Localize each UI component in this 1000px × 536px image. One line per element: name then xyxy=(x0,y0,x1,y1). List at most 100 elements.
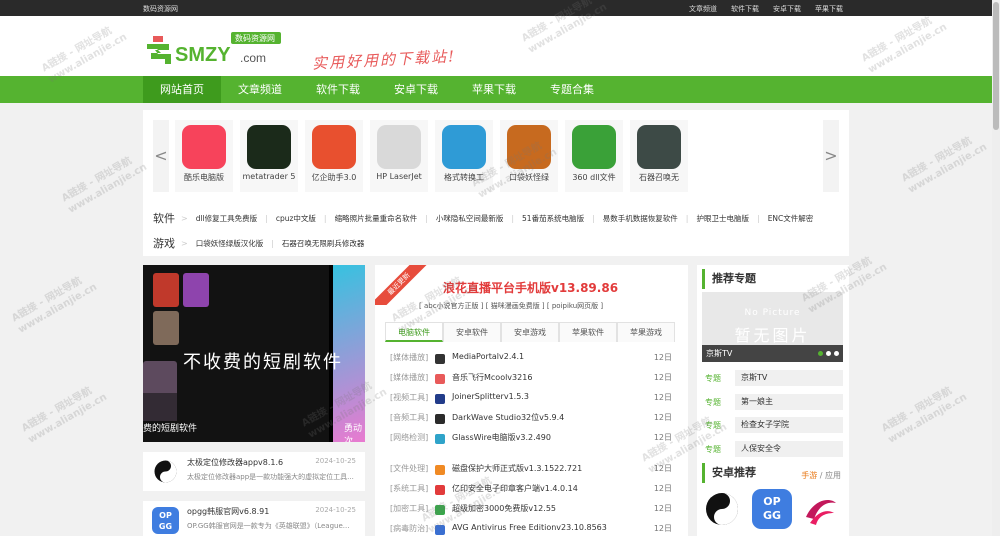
nav-software[interactable]: 软件下载 xyxy=(299,76,377,103)
more-apps-link[interactable]: 应用 xyxy=(825,471,841,480)
app-carousel: < > 酷乐电脑版 metatrader 5 亿企助手3.0 HP LaserJ… xyxy=(143,110,849,256)
tab-apple-games[interactable]: 苹果游戏 xyxy=(617,322,675,342)
top-bar: 数码资源网 文章频道 软件下载 安卓下载 苹果下载 xyxy=(0,0,1000,16)
topic-label: 专题 xyxy=(705,421,721,430)
tab-pc-software[interactable]: 电脑软件 xyxy=(385,322,443,342)
top-link-software[interactable]: 软件下载 xyxy=(731,4,759,14)
featured-sublink[interactable]: 猫咪漫画免费版 xyxy=(491,302,540,310)
banner-caption-next: 勇动次 xyxy=(344,424,363,442)
topic-item[interactable]: 专题 人保安全令 xyxy=(702,441,843,457)
software-row[interactable]: [媒体播放] MediaPortalv2.4.1 12日 xyxy=(390,352,672,366)
featured-headline[interactable]: 浪花直播平台手机版v13.89.86 xyxy=(443,279,618,296)
row-category: [文件处理] xyxy=(390,464,429,473)
opgg-icon: OP GG xyxy=(152,507,179,534)
carousel-next-button[interactable]: > xyxy=(823,120,839,192)
featured-sublink[interactable]: abc小说官方正版 xyxy=(424,302,479,310)
list-item[interactable]: OP GG opgg韩服官网v6.8.91 2024-10-25 OP.GG韩服官… xyxy=(143,501,365,536)
software-icon xyxy=(435,374,445,384)
app-icon xyxy=(507,125,551,169)
watermark: A链接 - 网址导航 www.alianjie.cn xyxy=(899,135,989,196)
software-tag[interactable]: 缩略照片批量重命名软件 xyxy=(335,213,418,224)
topic-image-caption: 京斯TV xyxy=(702,345,843,362)
software-row[interactable]: [音频工具] DarkWave Studio32位v5.9.4 12日 xyxy=(390,412,672,426)
software-tag[interactable]: 护眼卫士电脑版 xyxy=(696,213,749,224)
software-tag[interactable]: ENC文件解密 xyxy=(768,213,814,224)
nav-home[interactable]: 网站首页 xyxy=(143,76,221,103)
software-icon xyxy=(435,434,445,444)
app-card[interactable]: 口袋妖怪绿 xyxy=(500,120,558,192)
app-card[interactable]: HP LaserJet xyxy=(370,120,428,192)
software-icon xyxy=(435,394,445,404)
more-games-link[interactable]: 手游 xyxy=(801,471,817,480)
page-scrollbar[interactable] xyxy=(992,0,1000,536)
top-link-android[interactable]: 安卓下载 xyxy=(773,4,801,14)
software-tag[interactable]: 易数手机数据恢复软件 xyxy=(603,213,678,224)
software-row[interactable]: [文件处理] 磁盘保护大师正式版v1.3.1522.721 12日 xyxy=(390,463,672,477)
carousel-prev-button[interactable]: < xyxy=(153,120,169,192)
topic-label: 专题 xyxy=(705,398,721,407)
logo-text: SMZY xyxy=(175,44,231,66)
tab-apple-software[interactable]: 苹果软件 xyxy=(559,322,617,342)
topic-item[interactable]: 专题 京斯TV xyxy=(702,370,843,386)
software-row[interactable]: [加密工具] 超级加密3000免费版v12.55 12日 xyxy=(390,503,672,517)
nopic-cn: 暂无图片 xyxy=(734,326,811,345)
software-tag[interactable]: dll修复工具免费版 xyxy=(196,213,257,224)
watermark: A链接 - 网址导航 www.alianjie.cn xyxy=(879,385,969,446)
app-name: 格式转换工 xyxy=(444,173,484,182)
list-item[interactable]: 太极定位修改器appv8.1.6 2024-10-25 太极定位修改器app是一… xyxy=(143,452,365,491)
taiji-icon[interactable] xyxy=(702,489,742,529)
logo-badge: 数码资源网 xyxy=(235,33,275,43)
site-logo[interactable]: SMZY 数码资源网 .com xyxy=(145,28,285,68)
nav-apple[interactable]: 苹果下载 xyxy=(455,76,533,103)
app-card[interactable]: 格式转换工 xyxy=(435,120,493,192)
nav-topics[interactable]: 专题合集 xyxy=(533,76,611,103)
item-date: 2024-10-25 xyxy=(315,457,356,465)
software-row[interactable]: [网络检测] GlassWire电脑版v3.2.490 12日 xyxy=(390,432,672,446)
top-link-apple[interactable]: 苹果下载 xyxy=(815,4,843,14)
software-row[interactable]: [病毒防治] AVG Antivirus Free Editionv23.10.… xyxy=(390,523,672,536)
top-site-name: 数码资源网 xyxy=(143,5,178,13)
app-icon xyxy=(182,125,226,169)
promo-banner[interactable]: 不收费的短剧软件 费的短剧软件 勇动次 xyxy=(143,265,365,442)
app-name: HP LaserJet xyxy=(376,172,422,181)
game-tag[interactable]: 石器召唤无限刷兵修改器 xyxy=(282,238,365,249)
app-name: 360 dll文件 xyxy=(572,173,616,182)
app-card[interactable]: 酷乐电脑版 xyxy=(175,120,233,192)
nav-articles[interactable]: 文章频道 xyxy=(221,76,299,103)
app-card[interactable]: 石器召唤无 xyxy=(630,120,688,192)
software-icon xyxy=(435,485,445,495)
tab-android-games[interactable]: 安卓游戏 xyxy=(501,322,559,342)
row-name: DarkWave Studio32位v5.9.4 xyxy=(452,413,565,422)
app-icon xyxy=(442,125,486,169)
tab-android-software[interactable]: 安卓软件 xyxy=(443,322,501,342)
software-tag[interactable]: 小咪隐私空间最新版 xyxy=(436,213,504,224)
row-name: GlassWire电脑版v3.2.490 xyxy=(452,433,551,442)
row-name: MediaPortalv2.4.1 xyxy=(452,352,525,361)
software-row[interactable]: [视频工具] JoinerSplitterv1.5.3 12日 xyxy=(390,392,672,406)
android-title: 安卓推荐 xyxy=(702,463,756,483)
featured-sublinks: [ abc小说官方正版 ] [ 猫咪漫画免费版 ] [ poipiku网页版 ] xyxy=(419,302,604,310)
game-tag-row: 游戏 > 口袋妖怪绿版汉化版 | 石器召唤无限刷兵修改器 xyxy=(153,237,365,250)
game-tag[interactable]: 口袋妖怪绿版汉化版 xyxy=(196,238,264,249)
software-row[interactable]: [系统工具] 亿印安全电子印章客户端v1.4.0.14 12日 xyxy=(390,483,672,497)
app-card[interactable]: 亿企助手3.0 xyxy=(305,120,363,192)
software-row[interactable]: [媒体播放] 音乐飞行Mcoolv3216 12日 xyxy=(390,372,672,386)
featured-sublink[interactable]: poipiku网页版 xyxy=(552,302,598,310)
slider-dots[interactable] xyxy=(818,351,839,356)
software-tag[interactable]: cpuz中文版 xyxy=(276,213,316,224)
nav-android[interactable]: 安卓下载 xyxy=(377,76,455,103)
app-card[interactable]: 360 dll文件 xyxy=(565,120,623,192)
app-card[interactable]: metatrader 5 xyxy=(240,120,298,192)
watermark: A链接 - 网址导航 www.alianjie.cn xyxy=(59,155,149,216)
topic-item[interactable]: 专题 第一娘主 xyxy=(702,394,843,410)
row-date: 12日 xyxy=(653,413,672,422)
pink-app-icon[interactable] xyxy=(800,489,840,529)
software-tag[interactable]: 51番茄系统电脑版 xyxy=(522,213,584,224)
top-link-articles[interactable]: 文章频道 xyxy=(689,4,717,14)
row-name: 超级加密3000免费版v12.55 xyxy=(452,504,556,513)
opgg-icon[interactable]: OP GG xyxy=(752,489,792,529)
software-tag-label: 软件 xyxy=(153,212,175,225)
topic-item[interactable]: 专题 检查女子学院 xyxy=(702,417,843,433)
app-icon xyxy=(312,125,356,169)
row-category: [系统工具] xyxy=(390,484,429,493)
